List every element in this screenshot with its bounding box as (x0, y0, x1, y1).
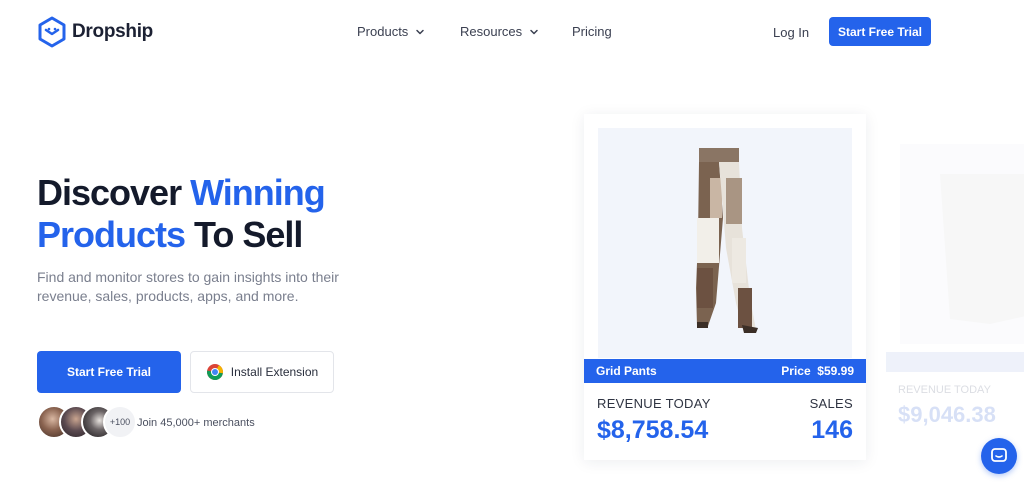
product-name: Grid Pants (596, 364, 657, 378)
brand-logo[interactable]: Dropship (38, 16, 153, 48)
chat-button[interactable] (981, 438, 1017, 474)
top-navigation: Dropship Products Resources Pricing Log … (0, 0, 1024, 64)
headline-highlight-2: Products (37, 214, 186, 255)
product-card-faded: REVENUE TODAY $9,046.38 (886, 144, 1024, 444)
price-label: Price (781, 364, 811, 378)
product-info-bar-faded (886, 352, 1024, 372)
nav-resources-label: Resources (460, 24, 523, 39)
brand-name: Dropship (72, 21, 153, 42)
headline-part-2: To Sell (185, 214, 303, 255)
start-free-trial-button[interactable]: Start Free Trial (37, 351, 181, 393)
chevron-down-icon (416, 29, 425, 34)
sales-value: 146 (811, 416, 853, 444)
product-card[interactable]: Grid Pants Price $59.99 REVENUE TODAY SA… (584, 114, 866, 460)
chat-icon (991, 448, 1007, 462)
chevron-down-icon (530, 29, 538, 34)
avatar-count-badge: +100 (103, 405, 137, 439)
login-link[interactable]: Log In (773, 25, 809, 40)
revenue-value: $8,758.54 (597, 416, 709, 444)
product-price-group: Price $59.99 (781, 364, 854, 378)
merchant-avatars: +100 (37, 405, 137, 441)
revenue-label: REVENUE TODAY (597, 396, 711, 411)
hero-headline: Discover Winning Products To Sell (37, 172, 367, 256)
nav-pricing[interactable]: Pricing (572, 24, 612, 39)
revenue-value-faded: $9,046.38 (898, 402, 996, 427)
logo-icon (38, 16, 66, 48)
nav-resources[interactable]: Resources (460, 24, 572, 39)
hero-subtitle: Find and monitor stores to gain insights… (37, 269, 339, 304)
install-extension-button[interactable]: Install Extension (190, 351, 334, 393)
install-extension-label: Install Extension (230, 365, 319, 379)
product-price: $59.99 (817, 364, 854, 378)
nav-pricing-label: Pricing (572, 24, 612, 39)
headline-highlight-1: Winning (190, 172, 326, 213)
nav-products[interactable]: Products (357, 24, 460, 39)
product-image (598, 128, 852, 358)
pants-illustration (696, 148, 758, 333)
nav-products-label: Products (357, 24, 409, 39)
shorts-illustration (940, 174, 1024, 324)
chrome-icon (206, 364, 223, 380)
product-image-faded (900, 144, 1024, 344)
product-info-bar: Grid Pants Price $59.99 (584, 359, 866, 383)
merchants-count-text: Join 45,000+ merchants (137, 417, 255, 429)
headline-part-1: Discover (37, 172, 191, 213)
nav-start-trial-button[interactable]: Start Free Trial (829, 17, 931, 46)
sales-label: SALES (809, 396, 853, 411)
nav-links: Products Resources Pricing (357, 24, 612, 39)
revenue-label-faded: REVENUE TODAY (898, 384, 991, 396)
